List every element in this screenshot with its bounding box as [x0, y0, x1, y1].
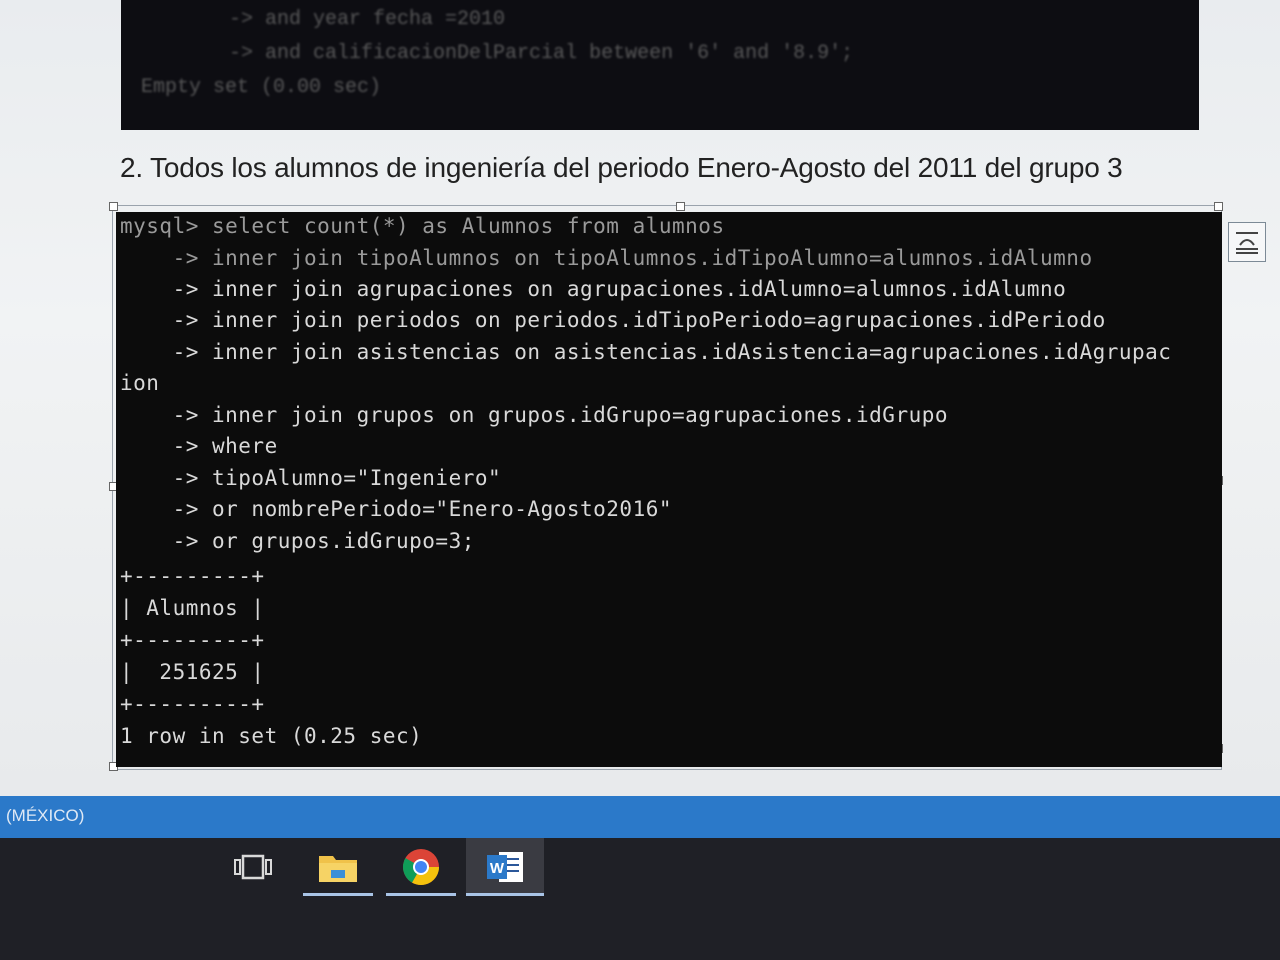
- terminal-line: -> or nombrePeriodo="Enero-Agosto2016": [120, 497, 673, 521]
- terminal-line: | Alumnos |: [120, 596, 265, 620]
- resize-handle[interactable]: [1214, 202, 1223, 211]
- terminal-line: +---------+: [120, 564, 265, 588]
- document-page: -> and year fecha =2010 -> and calificac…: [0, 0, 1280, 800]
- layout-options-button[interactable]: [1228, 222, 1266, 262]
- word-button[interactable]: W: [466, 838, 544, 896]
- task-view-button[interactable]: [218, 838, 288, 896]
- resize-handle[interactable]: [109, 202, 118, 211]
- running-indicator: [386, 893, 456, 896]
- chrome-icon: [402, 849, 439, 886]
- word-status-bar: (MÉXICO): [0, 796, 1280, 838]
- terminal-line: -> where: [120, 434, 278, 458]
- terminal-line: +---------+: [120, 692, 265, 716]
- running-indicator: [466, 893, 544, 896]
- terminal-line: -> inner join agrupaciones on agrupacion…: [120, 277, 1067, 301]
- resize-handle[interactable]: [676, 202, 685, 211]
- running-indicator: [303, 893, 373, 896]
- terminal-line: -> inner join periodos on periodos.idTip…: [120, 308, 1106, 332]
- layout-options-icon: [1236, 232, 1258, 254]
- terminal-line: mysql> select count(*) as Alumnos from a…: [120, 214, 725, 238]
- terminal-line: | 251625 |: [120, 660, 265, 684]
- mysql-terminal-screenshot: mysql> select count(*) as Alumnos from a…: [116, 212, 1222, 767]
- file-explorer-icon: [319, 856, 357, 882]
- file-explorer-button[interactable]: [303, 838, 373, 896]
- chrome-button[interactable]: [386, 838, 456, 896]
- terminal-line: -> inner join tipoAlumnos on tipoAlumnos…: [120, 246, 1093, 270]
- section-heading: 2. Todos los alumnos de ingeniería del p…: [120, 152, 1123, 183]
- prev-terminal-line: Empty set (0.00 sec): [141, 76, 382, 99]
- prev-terminal-line: -> and year fecha =2010: [181, 8, 506, 31]
- terminal-line: +---------+: [120, 628, 265, 652]
- word-icon: W: [487, 852, 523, 882]
- windows-taskbar: W: [0, 838, 1280, 960]
- task-view-icon: [234, 854, 272, 880]
- terminal-line: -> or grupos.idGrupo=3;: [120, 529, 475, 553]
- terminal-line: -> tipoAlumno="Ingeniero": [120, 466, 502, 490]
- terminal-line: -> inner join grupos on grupos.idGrupo=a…: [120, 403, 949, 427]
- terminal-line: -> inner join asistencias on asistencias…: [120, 340, 1172, 364]
- prev-terminal-line: -> and calificacionDelParcial between '6…: [181, 42, 854, 65]
- previous-terminal-screenshot: -> and year fecha =2010 -> and calificac…: [121, 0, 1199, 130]
- language-indicator[interactable]: (MÉXICO): [6, 806, 84, 826]
- svg-text:W: W: [490, 860, 505, 877]
- terminal-line: ion: [120, 371, 160, 395]
- terminal-line: 1 row in set (0.25 sec): [120, 724, 423, 748]
